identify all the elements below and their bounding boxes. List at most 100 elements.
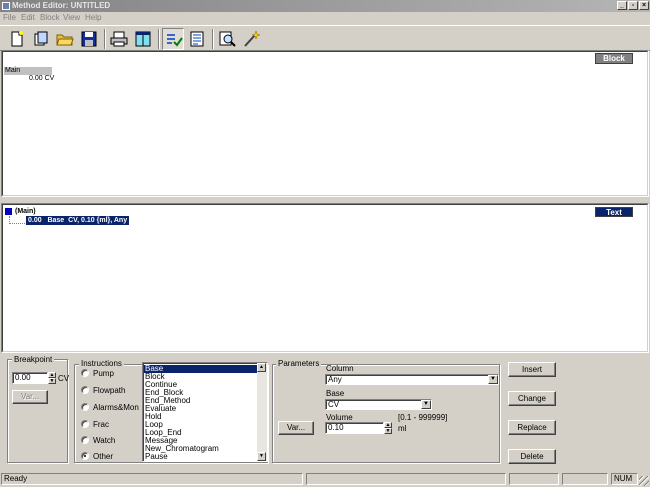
main-block-label[interactable]: Main	[4, 67, 52, 75]
main-block-value: 0.00 CV	[29, 75, 55, 82]
folder-button[interactable]	[54, 28, 76, 50]
status-text: Ready	[1, 473, 303, 485]
tree-line	[9, 223, 25, 224]
replace-button[interactable]: Replace	[508, 420, 556, 435]
new-button[interactable]	[6, 28, 28, 50]
maximize-button[interactable]: ▫	[628, 1, 638, 10]
instructions-label: Instructions	[79, 359, 124, 368]
title-bar[interactable]: Method Editor: UNTITLED _ ▫ ×	[0, 0, 650, 12]
breakpoint-label: Breakpoint	[12, 355, 55, 364]
text-pane[interactable]: Text (Main) 0.00 Base CV, 0.10 {ml}, Any	[1, 203, 649, 353]
app-icon[interactable]	[2, 2, 10, 10]
main-node-label[interactable]: (Main)	[15, 207, 36, 216]
resize-grip-icon[interactable]	[639, 476, 649, 486]
menu-edit[interactable]: Edit	[21, 13, 35, 22]
radio-alarms[interactable]	[81, 403, 89, 411]
delete-button[interactable]: Delete	[508, 449, 556, 464]
volume-label: Volume	[326, 413, 353, 422]
radio-frac-label[interactable]: Frac	[93, 420, 109, 429]
chevron-down-icon[interactable]: ▼	[488, 375, 498, 384]
base-select[interactable]: CV	[325, 399, 432, 410]
radio-pump-label[interactable]: Pump	[93, 369, 114, 378]
toolbar-separator	[158, 29, 160, 49]
radio-watch[interactable]	[81, 436, 89, 444]
breakpoint-var-button[interactable]: Var...	[12, 390, 48, 404]
window-button[interactable]	[132, 28, 154, 50]
zoom-button[interactable]	[216, 28, 238, 50]
delete-button-label: Delete	[520, 452, 544, 461]
change-button[interactable]: Change	[508, 391, 556, 406]
wand-icon	[244, 30, 260, 47]
print-button[interactable]	[108, 28, 130, 50]
toolbar-separator	[212, 29, 214, 49]
instruction-list-scrollbar[interactable]: ▲ ▼	[257, 363, 267, 461]
method-line-selected[interactable]: 0.00 Base CV, 0.10 {ml}, Any	[26, 216, 130, 225]
folder-icon	[56, 34, 74, 46]
menu-bar: File Edit Block View Help	[0, 12, 650, 24]
num-lock-indicator: NUM	[611, 473, 638, 485]
open-method-button[interactable]	[30, 28, 52, 50]
save-button[interactable]	[78, 28, 100, 50]
insert-button[interactable]: Insert	[508, 362, 556, 377]
volume-input[interactable]: 0.10	[325, 422, 384, 434]
scroll-down-button[interactable]: ▼	[257, 452, 266, 461]
menu-file[interactable]: File	[3, 13, 16, 22]
menu-view[interactable]: View	[63, 13, 80, 22]
change-button-label: Change	[517, 394, 547, 403]
window-icon	[135, 31, 151, 47]
status-panel	[509, 473, 559, 485]
radio-other-label[interactable]: Other	[93, 452, 113, 461]
main-node-icon	[5, 208, 12, 215]
list-item[interactable]: Pause	[145, 453, 168, 461]
pane-splitter[interactable]	[0, 198, 650, 202]
block-view-button[interactable]	[162, 28, 184, 50]
text-pane-frame	[2, 204, 648, 352]
breakpoint-spin-down[interactable]: ▼	[48, 378, 56, 384]
list-icon	[190, 31, 204, 47]
wand-button[interactable]	[240, 28, 262, 50]
breakpoint-input[interactable]: 0.00	[12, 372, 48, 384]
new-icon	[11, 31, 23, 47]
volume-unit: ml	[398, 424, 407, 433]
volume-range: [0.1 - 999999]	[398, 413, 448, 422]
breakpoint-unit: CV	[58, 374, 70, 383]
status-panel	[306, 473, 506, 485]
open-icon	[34, 31, 48, 46]
radio-other[interactable]	[81, 452, 89, 460]
radio-flowpath[interactable]	[81, 386, 89, 394]
save-icon	[81, 31, 97, 47]
toolbar	[0, 25, 650, 51]
toolbar-separator	[104, 29, 106, 49]
close-button[interactable]: ×	[639, 1, 649, 10]
radio-frac[interactable]	[81, 420, 89, 428]
radio-flowpath-label[interactable]: Flowpath	[93, 386, 125, 395]
radio-alarms-label[interactable]: Alarms&Mon	[93, 403, 139, 412]
volume-spin-down[interactable]: ▼	[384, 428, 392, 434]
column-label: Column	[326, 364, 354, 373]
zoom-icon	[219, 31, 236, 47]
menu-help[interactable]: Help	[85, 13, 101, 22]
scroll-up-button[interactable]: ▲	[257, 363, 266, 372]
insert-button-label: Insert	[521, 365, 542, 374]
parameters-label: Parameters	[276, 359, 322, 368]
base-label: Base	[326, 389, 345, 398]
chevron-down-icon[interactable]: ▼	[421, 400, 431, 409]
block-tab[interactable]: Block	[595, 53, 633, 64]
parameters-var-button[interactable]: Var...	[278, 421, 314, 435]
radio-pump[interactable]	[81, 369, 89, 377]
minimize-button[interactable]: _	[617, 1, 627, 10]
status-bar: Ready NUM	[0, 471, 650, 487]
check-icon	[167, 34, 183, 47]
window-title: Method Editor: UNTITLED	[12, 1, 111, 10]
text-tab[interactable]: Text	[595, 207, 633, 217]
radio-watch-label[interactable]: Watch	[93, 436, 115, 445]
menu-block[interactable]: Block	[40, 13, 60, 22]
text-view-button[interactable]	[186, 28, 208, 50]
block-pane-frame	[2, 51, 648, 196]
column-select[interactable]: Any	[325, 374, 499, 385]
instruction-list[interactable]: Base Block Continue End_Block End_Method…	[142, 362, 268, 462]
block-pane[interactable]: Block Main 0.00 CV	[1, 50, 649, 197]
print-icon	[110, 31, 128, 47]
status-panel	[562, 473, 608, 485]
replace-button-label: Replace	[517, 423, 547, 432]
